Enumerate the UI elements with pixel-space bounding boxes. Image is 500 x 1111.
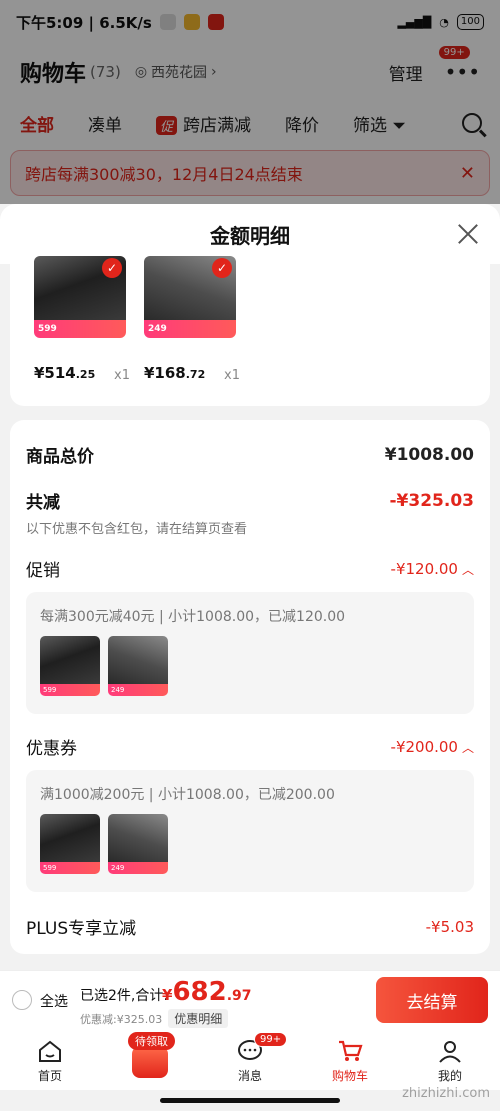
- tab-gift[interactable]: 待领取: [100, 1030, 200, 1090]
- promo-label: 促销: [26, 561, 60, 581]
- discount-note: 以下优惠不包含红包，请在结算页查看: [26, 522, 248, 537]
- product-thumb-shoe[interactable]: 249 ✓: [144, 256, 236, 338]
- bottom-tab-bar: 首页 待领取 99+ 消息 购物车 我的: [0, 1030, 500, 1090]
- item-price-int: ¥168: [144, 364, 186, 382]
- dim-overlay[interactable]: [0, 0, 500, 204]
- selected-items-card: 599 ✓ 249 ✓ ¥514.25 x1 ¥168.72 x1: [10, 256, 490, 406]
- price-strip: 249: [108, 862, 168, 874]
- tab-cart[interactable]: 购物车: [300, 1030, 400, 1090]
- plus-value: -¥5.03: [425, 917, 474, 936]
- tab-me-label: 我的: [437, 1069, 462, 1083]
- coupon-item-thumb: 599: [40, 814, 100, 874]
- coupon-group: 满1000减200元 | 小计1008.00，已减200.00 599 249: [26, 770, 474, 892]
- tab-home-label: 首页: [37, 1069, 62, 1083]
- product-thumb-jacket[interactable]: 599 ✓: [34, 256, 126, 338]
- price-strip: 599: [34, 320, 126, 338]
- price-strip: 599: [40, 684, 100, 696]
- checkout-bar: 全选 已选2件,合计: ¥682.97 优惠减:¥325.03 优惠明细 去结算: [0, 970, 500, 1030]
- tab-messages-label: 消息: [237, 1069, 262, 1083]
- sheet-header: 金额明细: [0, 204, 500, 264]
- promo-row[interactable]: 促销 -¥120.00 ︿: [26, 556, 474, 582]
- chevron-up-icon: ︿: [461, 740, 474, 755]
- checkmark-icon: ✓: [212, 258, 232, 278]
- discount-summary: 优惠减:¥325.03 优惠明细: [80, 1009, 229, 1028]
- price-strip: 249: [144, 320, 236, 338]
- home-indicator: [160, 1098, 340, 1103]
- watermark: zhizhizhi.com: [402, 1086, 490, 1101]
- price-detail-card: 商品总价 ¥1008.00 共减 -¥325.03 以下优惠不包含红包，请在结算…: [10, 420, 490, 954]
- plus-label: PLUS专享立减: [26, 919, 137, 939]
- selected-info: 已选2件,合计:: [80, 988, 169, 1004]
- product-image: [108, 636, 168, 684]
- total-currency: ¥: [162, 986, 173, 1004]
- close-icon[interactable]: [456, 222, 480, 246]
- select-all-label[interactable]: 全选: [40, 991, 68, 1011]
- promo-item-thumb: 249: [108, 636, 168, 696]
- discount-row: 共减 -¥325.03: [26, 488, 475, 514]
- subtotal-value: ¥1008.00: [384, 444, 474, 465]
- tab-cart-label: 购物车: [331, 1069, 368, 1083]
- coupon-value-text: -¥200.00: [390, 737, 458, 756]
- discount-label: 共减: [26, 493, 60, 513]
- sheet-title: 金额明细: [210, 223, 290, 248]
- price-strip: 249: [108, 684, 168, 696]
- item-price-int: ¥514: [34, 364, 76, 382]
- coupon-value: -¥200.00 ︿: [391, 738, 474, 756]
- item-price: ¥514.25: [34, 364, 95, 382]
- total-int: 682: [172, 977, 227, 1007]
- coupon-label: 优惠券: [26, 739, 77, 759]
- checkout-button[interactable]: 去结算: [376, 977, 488, 1023]
- checkmark-icon: ✓: [102, 258, 122, 278]
- promo-desc: 每满300元减40元 | 小计1008.00，已减120.00: [40, 609, 346, 625]
- total-price: ¥682.97: [162, 977, 252, 1007]
- item-price: ¥168.72: [144, 364, 205, 382]
- pending-badge: 待领取: [128, 1032, 175, 1050]
- tab-messages[interactable]: 99+ 消息: [200, 1030, 300, 1090]
- item-qty: x1: [224, 368, 240, 383]
- plus-row: PLUS专享立减 -¥5.03: [26, 914, 474, 940]
- subtotal-label: 商品总价: [26, 447, 94, 467]
- item-qty: x1: [114, 368, 130, 383]
- promo-value-text: -¥120.00: [390, 559, 458, 578]
- promo-item-thumb: 599: [40, 636, 100, 696]
- user-icon: [439, 1041, 461, 1063]
- total-dec: .97: [226, 988, 252, 1004]
- discount-summary-text: 优惠减:¥325.03: [80, 1012, 163, 1026]
- home-icon: [39, 1040, 61, 1062]
- item-price-dec: .25: [75, 368, 96, 381]
- promo-value: -¥120.00 ︿: [391, 560, 474, 578]
- subtotal-row: 商品总价 ¥1008.00: [26, 442, 474, 468]
- product-image: [40, 636, 100, 684]
- chevron-up-icon: ︿: [461, 562, 474, 577]
- tab-home[interactable]: 首页: [0, 1030, 100, 1090]
- coupon-row[interactable]: 优惠券 -¥200.00 ︿: [26, 734, 474, 760]
- gift-icon: [132, 1046, 168, 1078]
- discount-detail-button[interactable]: 优惠明细: [168, 1009, 229, 1028]
- select-all-radio[interactable]: [12, 990, 32, 1010]
- product-image: [40, 814, 100, 862]
- product-image: [108, 814, 168, 862]
- promo-group: 每满300元减40元 | 小计1008.00，已减120.00 599 249: [26, 592, 474, 714]
- price-strip: 599: [40, 862, 100, 874]
- coupon-desc: 满1000减200元 | 小计1008.00，已减200.00: [40, 787, 335, 803]
- discount-value: -¥325.03: [389, 490, 475, 511]
- coupon-item-thumb: 249: [108, 814, 168, 874]
- amount-detail-sheet: 金额明细 599 ✓ 249 ✓ ¥514.25 x1 ¥168.72 x1 商…: [0, 204, 500, 970]
- message-badge: 99+: [254, 1032, 288, 1047]
- tab-me[interactable]: 我的: [400, 1030, 500, 1090]
- item-price-dec: .72: [185, 368, 206, 381]
- cart-icon: [339, 1040, 363, 1061]
